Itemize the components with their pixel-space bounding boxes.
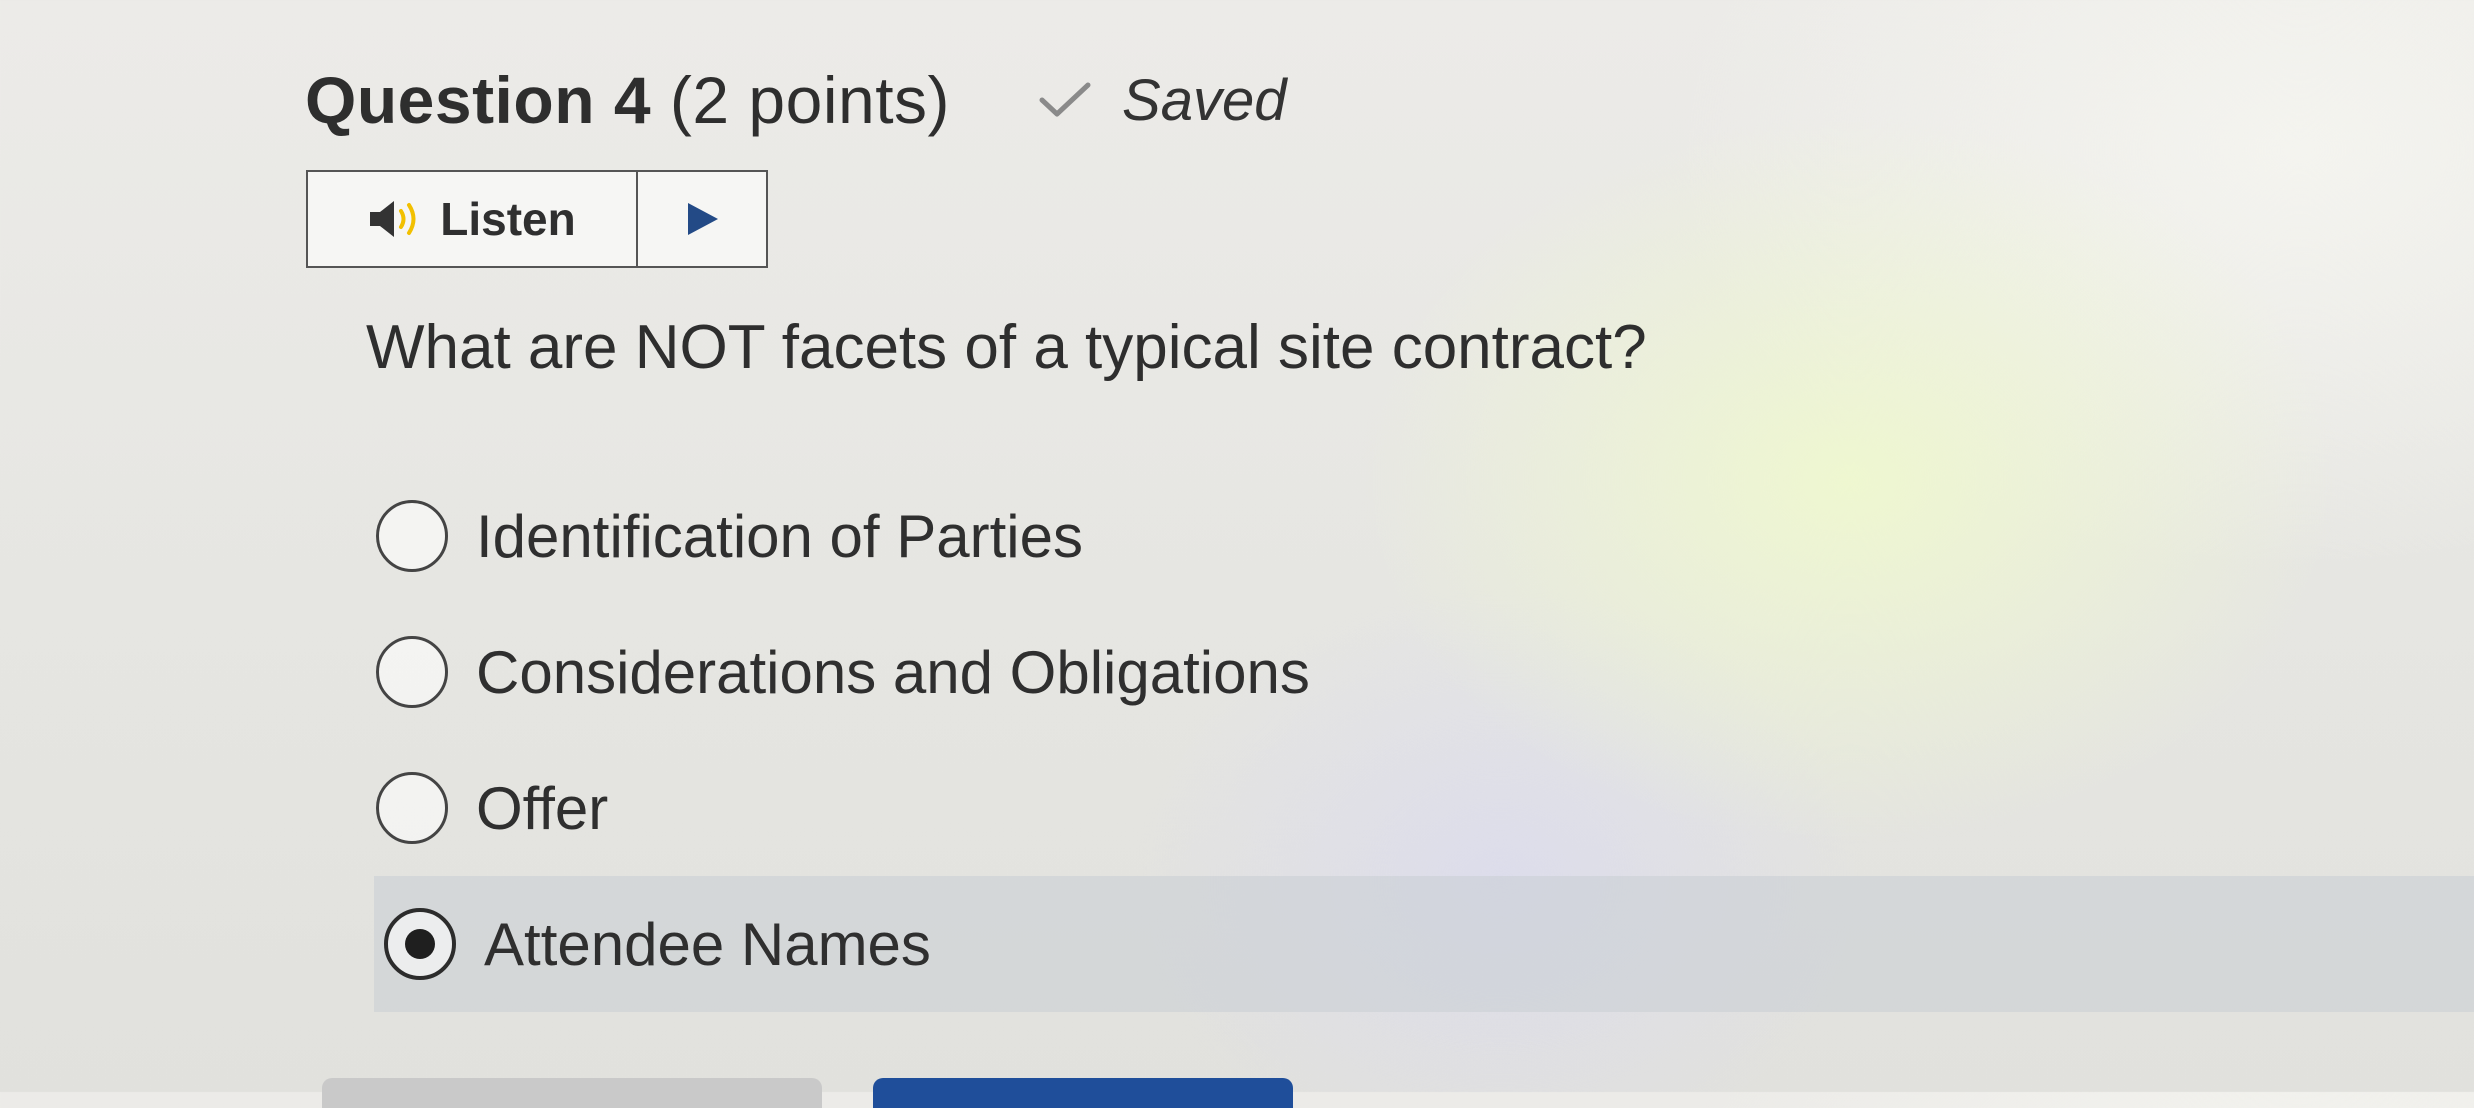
listen-button[interactable]: Listen [308, 172, 638, 266]
answer-option[interactable]: Offer [376, 740, 608, 876]
answer-option[interactable]: Considerations and Obligations [376, 604, 1310, 740]
option-label: Considerations and Obligations [476, 638, 1310, 706]
saved-status: Saved [1122, 67, 1287, 133]
radio-button[interactable] [376, 500, 448, 572]
listen-label: Listen [440, 193, 576, 245]
answer-option[interactable]: Identification of Parties [376, 468, 1083, 604]
answer-option-selected[interactable]: Attendee Names [374, 876, 2474, 1012]
listen-widget: Listen [306, 170, 768, 268]
play-icon [688, 203, 718, 235]
question-number: Question 4 [305, 63, 652, 137]
option-label: Offer [476, 774, 609, 842]
radio-dot [405, 929, 435, 959]
radio-button[interactable] [376, 772, 448, 844]
option-label: Identification of Parties [476, 502, 1084, 570]
speaker-icon [370, 201, 416, 237]
question-prompt: What are NOT facets of a typical site co… [366, 313, 1647, 382]
question-title: Question 4 (2 points) [305, 62, 950, 138]
radio-button-selected[interactable] [384, 908, 456, 980]
radio-button[interactable] [376, 636, 448, 708]
question-points: (2 points) [669, 63, 951, 137]
question-header: Question 4 (2 points) Saved [305, 62, 1287, 138]
checkmark-icon [1039, 82, 1091, 117]
quiz-page: Question 4 (2 points) Saved Listen What … [0, 0, 2474, 1108]
saved-indicator: Saved [1038, 67, 1287, 134]
next-button-edge[interactable] [873, 1078, 1293, 1108]
previous-button-edge[interactable] [322, 1078, 822, 1108]
option-label: Attendee Names [484, 910, 931, 978]
play-button[interactable] [638, 172, 766, 266]
